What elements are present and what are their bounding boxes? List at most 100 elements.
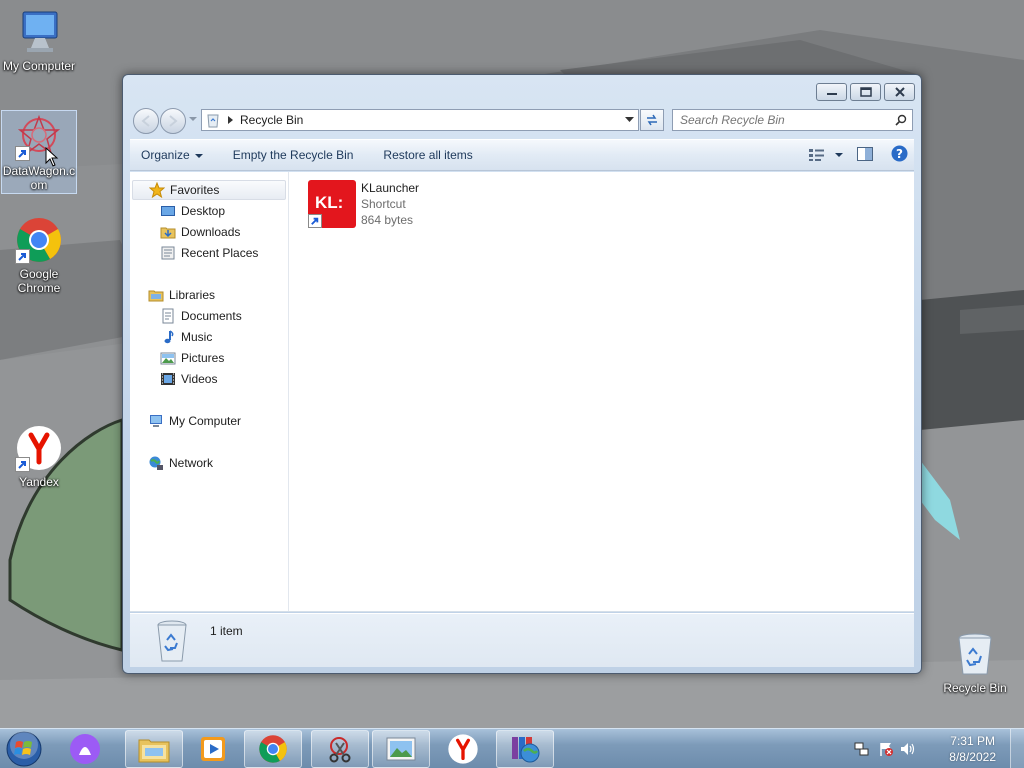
alice-assistant-icon [70,734,100,764]
close-button[interactable] [884,83,915,101]
recycle-bin-small-icon [207,114,219,128]
taskbar-media-player-button[interactable] [184,730,242,768]
nav-downloads[interactable]: Downloads [160,222,240,242]
recycle-bin-icon [951,630,999,678]
klauncher-icon: KL: [308,180,356,228]
view-options-icon [809,149,824,161]
nav-my-computer[interactable]: My Computer [148,411,241,431]
desktop-icon-label: Yandex [19,475,59,489]
taskbar-photo-viewer-button[interactable] [372,730,430,768]
shortcut-arrow-icon [308,214,322,228]
empty-recycle-bin-button[interactable]: Empty the Recycle Bin [221,148,366,162]
forward-arrow-icon [169,115,178,127]
change-view-button[interactable] [808,148,843,162]
search-icon[interactable] [895,114,907,126]
details-pane: 1 item [130,613,914,667]
maximize-button[interactable] [850,83,881,101]
nav-recent-places[interactable]: Recent Places [160,243,258,263]
taskbar-explorer-button[interactable] [125,730,183,768]
breadcrumb-chevron-icon[interactable] [228,116,234,124]
system-tray: 7:31 PM 8/8/2022 [854,729,1024,768]
taskbar-yandex-button[interactable] [434,730,492,768]
desktop-icon-label: Google Chrome [17,267,61,295]
taskbar-chrome-button[interactable] [244,730,302,768]
file-size: 864 bytes [361,213,414,227]
organize-button[interactable]: Organize [130,148,215,162]
taskbar-winrar-button[interactable] [496,730,554,768]
videos-icon [161,373,175,385]
chrome-icon [15,216,63,264]
taskbar-clock[interactable]: 7:31 PM 8/8/2022 [949,733,996,765]
start-button[interactable] [6,731,42,767]
nav-documents[interactable]: Documents [160,306,242,326]
back-button[interactable] [133,108,159,134]
back-arrow-icon [141,115,150,127]
desktop-icon-recycle-bin[interactable]: Recycle Bin [937,630,1013,695]
restore-all-items-button[interactable]: Restore all items [371,148,484,162]
yandex-icon [448,734,478,764]
forward-button[interactable] [160,108,186,134]
clock-date: 8/8/2022 [949,750,996,764]
item-count: 1 item [210,624,243,638]
help-button[interactable]: ? [891,145,908,165]
nav-music[interactable]: Music [160,327,212,347]
file-type: Shortcut [361,197,406,211]
network-tray-icon[interactable] [854,741,870,757]
nav-favorites[interactable]: Favorites [132,180,286,200]
nav-desktop[interactable]: Desktop [160,201,225,221]
winrar-icon [512,737,540,763]
file-details: KLauncher Shortcut 864 bytes [361,180,419,228]
shortcut-arrow-icon [15,249,30,264]
chevron-down-icon [194,153,203,158]
search-box[interactable] [672,109,913,131]
datawagon-icon [15,113,63,167]
shortcut-arrow-icon [15,457,30,472]
window-controls [816,83,915,101]
explorer-window[interactable]: Recycle Bin Organize Empty the Recycle B… [122,74,922,674]
action-center-flag-icon[interactable] [878,741,894,757]
refresh-button[interactable] [640,109,664,131]
star-icon [149,182,165,198]
shortcut-arrow-icon [15,146,30,161]
downloads-folder-icon [160,227,176,239]
computer-icon [150,415,162,427]
taskbar-alice-button[interactable] [56,730,114,768]
recycle-bin-icon [157,620,187,662]
recent-pages-dropdown[interactable] [189,117,197,121]
preview-pane-button[interactable] [857,146,873,164]
explorer-icon [138,739,170,763]
taskbar-snipping-tool-button[interactable] [311,730,369,768]
address-bar[interactable]: Recycle Bin [201,109,639,131]
nav-network[interactable]: Network [148,453,213,473]
desktop-icon-google-chrome[interactable]: Google Chrome [1,216,77,295]
show-desktop-button[interactable] [1010,729,1024,768]
address-dropdown-icon[interactable] [625,117,634,123]
desktop-icon-yandex[interactable]: Yandex [1,424,77,489]
minimize-icon [826,93,837,95]
chevron-down-icon [835,153,843,157]
desktop-icon-datawagon[interactable]: DataWagon.c om [1,110,77,194]
nav-libraries[interactable]: Libraries [148,285,215,305]
search-input[interactable] [680,113,890,127]
network-icon [149,456,163,470]
close-icon [894,87,905,97]
minimize-button[interactable] [816,83,847,101]
address-row: Recycle Bin [131,108,913,134]
navigation-pane: Favorites Desktop Downloads Recent Place… [130,172,289,611]
snipping-tool-icon [329,737,351,763]
preview-pane-icon [857,146,873,161]
documents-icon [162,308,174,324]
desktop-icon-label: DataWagon.c om [2,164,76,192]
command-bar: Organize Empty the Recycle Bin Restore a… [130,139,914,171]
photo-viewer-icon [386,737,416,761]
desktop-icon-label: My Computer [2,59,76,73]
nav-pictures[interactable]: Pictures [160,348,224,368]
file-item-klauncher[interactable]: KL: KLauncher Shortcut 864 bytes [308,180,419,228]
chrome-icon [259,735,287,763]
nav-videos[interactable]: Videos [160,369,217,389]
music-icon [164,330,174,344]
desktop-icon-my-computer[interactable]: My Computer [1,8,77,73]
volume-icon[interactable] [900,741,916,757]
svg-text:?: ? [896,147,903,161]
pictures-icon [160,352,176,365]
